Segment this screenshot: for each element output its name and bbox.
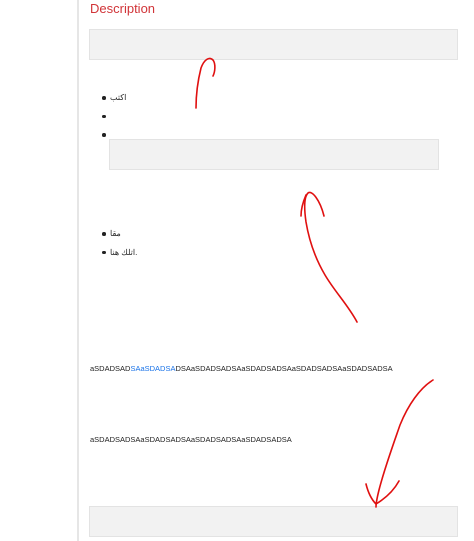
- text-segment: DSAaSDADSADSAaSDADSADSAaSDADSADSAaSDADSA…: [175, 364, 393, 373]
- text-segment: aSDADSAD: [90, 364, 131, 373]
- description-field-bottom[interactable]: [89, 506, 458, 537]
- annotation-arrow-1: [195, 57, 216, 109]
- bullet-list-bottom: مقا اتلك هنا.: [102, 229, 137, 266]
- list-item[interactable]: اتلك هنا.: [102, 248, 137, 267]
- list-item[interactable]: مقا: [102, 229, 137, 248]
- annotation-arrow-2-head: [300, 194, 307, 217]
- section-title: Description: [90, 1, 156, 16]
- left-rail-divider: [77, 0, 79, 541]
- annotation-arrow-2: [303, 191, 358, 323]
- inline-link[interactable]: SAaSDADSA: [130, 364, 175, 373]
- editor-page: Description اكتب مقا اتلك هنا. aSDADSADS…: [0, 0, 474, 541]
- list-item[interactable]: [102, 112, 126, 131]
- list-item[interactable]: اكتب: [102, 93, 126, 112]
- annotation-arrow-3-head: [365, 480, 400, 505]
- embedded-field-middle[interactable]: [109, 139, 439, 170]
- annotation-overlay: [195, 57, 434, 508]
- text-line-with-link: aSDADSADSAaSDADSADSAaSDADSADSAaSDADSADSA…: [90, 364, 393, 373]
- description-field-top[interactable]: [89, 29, 458, 60]
- annotation-arrow-3: [375, 379, 434, 508]
- text-line: aSDADSADSAaSDADSADSAaSDADSADSAaSDADSADSA: [90, 435, 292, 444]
